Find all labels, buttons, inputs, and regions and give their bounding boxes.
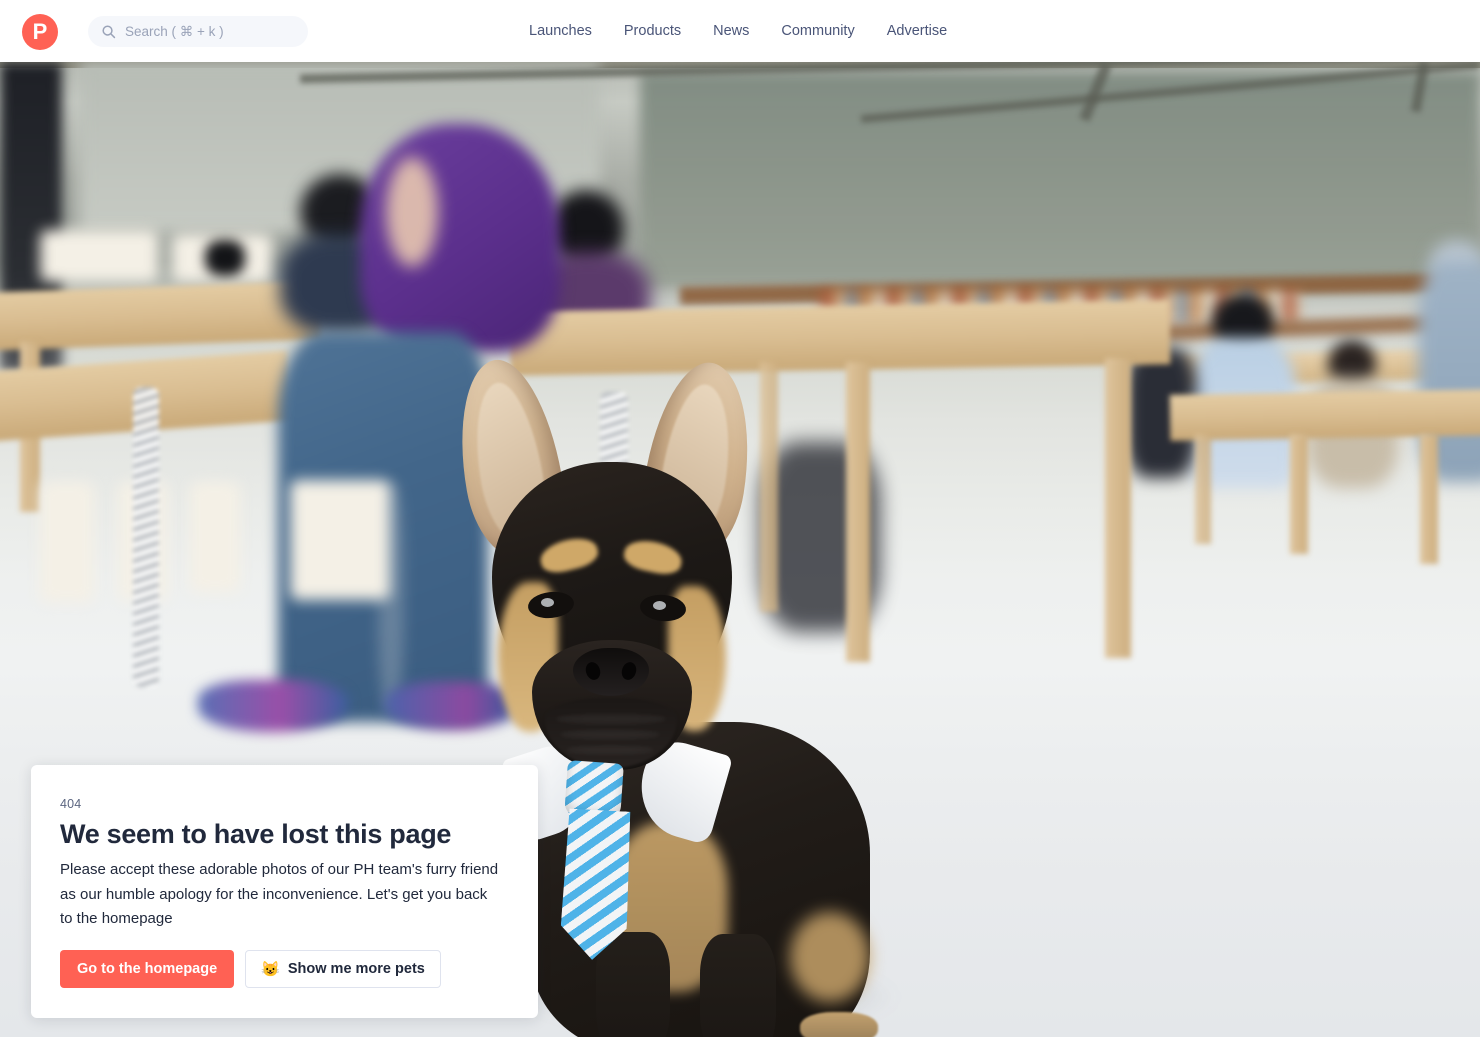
dog-wrinkle (560, 730, 660, 739)
go-to-homepage-button[interactable]: Go to the homepage (60, 950, 235, 989)
nav-item-products[interactable]: Products (608, 0, 697, 62)
main-navigation: Launches Products News Community Adverti… (513, 0, 963, 62)
nav-item-launches[interactable]: Launches (513, 0, 608, 62)
search-input[interactable]: Search ( ⌘ + k ) (88, 16, 308, 47)
nav-item-community[interactable]: Community (765, 0, 870, 62)
search-placeholder: Search ( ⌘ + k ) (125, 23, 224, 39)
show-more-pets-label: Show me more pets (287, 961, 425, 978)
dog-wrinkle (556, 714, 666, 724)
error-card-actions: Go to the homepage 😺 Show me more pets (60, 950, 509, 989)
eye-glint (653, 601, 666, 610)
show-more-pets-button[interactable]: 😺 Show me more pets (245, 950, 441, 989)
eye-glint (541, 598, 554, 607)
dog-front-leg (700, 934, 776, 1037)
page-title: We seem to have lost this page (60, 819, 452, 849)
product-hunt-logo[interactable]: P (22, 14, 58, 50)
nav-item-news[interactable]: News (697, 0, 765, 62)
error-card: 404 We seem to have lost this page Pleas… (31, 765, 538, 1019)
page-root: P Search ( ⌘ + k ) Launches Products New… (0, 0, 1480, 1037)
dog-hip (790, 912, 870, 1002)
error-description: Please accept these adorable photos of o… (60, 861, 499, 927)
dog-front-leg (596, 932, 670, 1037)
site-header: P Search ( ⌘ + k ) Launches Products New… (0, 0, 1480, 62)
error-code: 404 (60, 797, 82, 811)
dog-back-paw (800, 1012, 878, 1037)
search-icon (102, 25, 116, 39)
cat-face-icon: 😺 (261, 960, 280, 978)
nav-item-advertise[interactable]: Advertise (871, 0, 963, 62)
dog-wrinkle (566, 746, 654, 754)
